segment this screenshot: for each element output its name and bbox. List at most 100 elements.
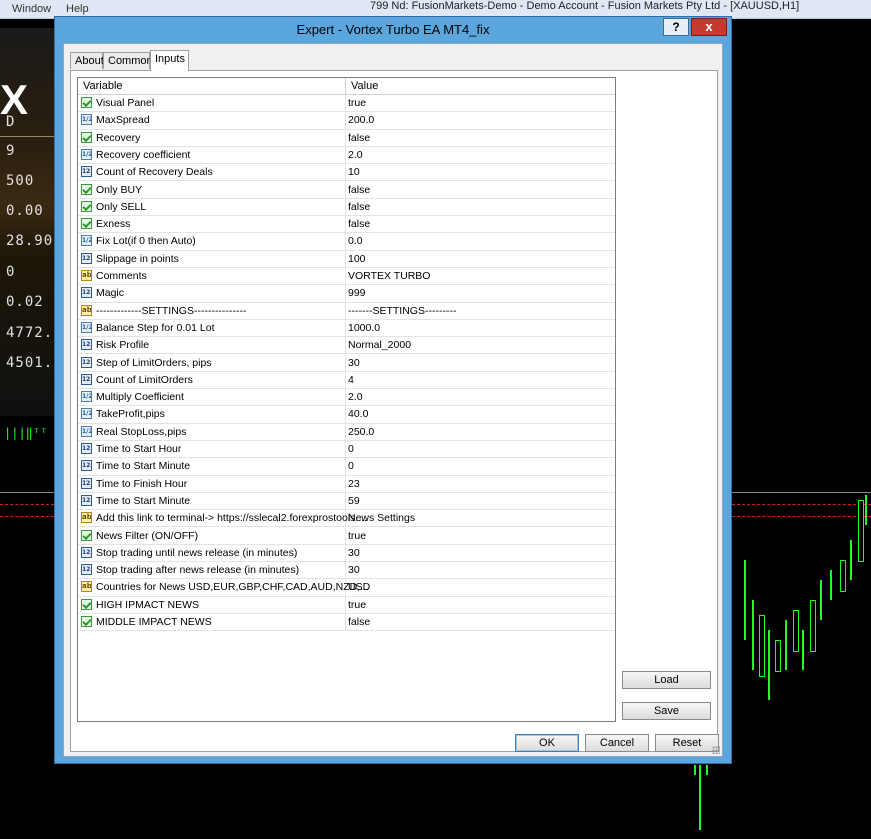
- variable-cell[interactable]: 123 Count of Recovery Deals: [78, 164, 346, 181]
- value-cell[interactable]: false: [346, 216, 615, 232]
- input-row[interactable]: 123 Count of LimitOrders 4: [78, 371, 615, 390]
- value-cell[interactable]: false: [346, 182, 615, 198]
- variable-value[interactable]: 2.0: [348, 147, 363, 164]
- variable-cell[interactable]: MIDDLE IMPACT NEWS: [78, 614, 346, 631]
- menu-window[interactable]: Window: [12, 3, 51, 15]
- variable-cell[interactable]: ab Countries for News USD,EUR,GBP,CHF,CAD…: [78, 579, 369, 596]
- input-row[interactable]: 1/2 MaxSpread 200.0: [78, 112, 615, 130]
- variable-cell[interactable]: 123 Time to Start Minute: [78, 458, 346, 475]
- variable-value[interactable]: 23: [348, 476, 360, 493]
- variable-cell[interactable]: 1/2 Balance Step for 0.01 Lot: [78, 319, 346, 337]
- input-row[interactable]: 123 Magic 999: [78, 285, 615, 303]
- variable-value[interactable]: false: [348, 182, 370, 199]
- input-row[interactable]: 123 Time to Start Minute 59: [78, 492, 615, 511]
- variable-cell[interactable]: 1/2 Recovery coefficient: [78, 146, 346, 164]
- variable-value[interactable]: News Settings: [348, 510, 415, 527]
- variable-value[interactable]: VORTEX TURBO: [348, 268, 430, 285]
- value-cell[interactable]: 0: [346, 441, 615, 457]
- input-row[interactable]: 123 Step of LimitOrders, pips 30: [78, 354, 615, 372]
- variable-cell[interactable]: 123 Time to Start Hour: [78, 441, 346, 458]
- column-header-value[interactable]: Value: [346, 78, 615, 94]
- variable-cell[interactable]: News Filter (ON/OFF): [78, 527, 346, 544]
- input-row[interactable]: Recovery false: [78, 129, 615, 147]
- value-cell[interactable]: 23: [346, 476, 615, 492]
- input-row[interactable]: ab Countries for News USD,EUR,GBP,CHF,CAD…: [78, 579, 615, 597]
- variable-cell[interactable]: 1/2 Fix Lot(if 0 then Auto): [78, 233, 346, 250]
- input-row[interactable]: 1/2 Recovery coefficient 2.0: [78, 146, 615, 165]
- variable-value[interactable]: 10: [348, 164, 360, 181]
- input-row[interactable]: ab Add this link to terminal-> https://ss…: [78, 510, 615, 528]
- variable-cell[interactable]: 123 Magic: [78, 285, 346, 302]
- input-row[interactable]: Visual Panel true: [78, 95, 615, 113]
- variable-cell[interactable]: 123 Time to Start Minute: [78, 492, 346, 510]
- column-header-variable[interactable]: Variable: [78, 78, 346, 94]
- variable-value[interactable]: 30: [348, 545, 360, 562]
- variable-value[interactable]: 4: [348, 372, 354, 389]
- variable-cell[interactable]: Exness: [78, 216, 346, 233]
- value-cell[interactable]: 4: [346, 372, 615, 388]
- value-cell[interactable]: 2.0: [346, 389, 615, 405]
- variable-value[interactable]: true: [348, 597, 366, 614]
- input-row[interactable]: 123 Time to Finish Hour 23: [78, 475, 615, 493]
- dialog-titlebar[interactable]: Expert - Vortex Turbo EA MT4_fix ? x: [55, 17, 731, 43]
- variable-cell[interactable]: Recovery: [78, 129, 346, 146]
- value-cell[interactable]: 200.0: [346, 112, 615, 128]
- variable-value[interactable]: 200.0: [348, 112, 374, 129]
- input-row[interactable]: HIGH IPMACT NEWS true: [78, 596, 615, 614]
- variable-value[interactable]: 2.0: [348, 389, 363, 406]
- variable-cell[interactable]: 123 Slippage in points: [78, 250, 346, 267]
- value-cell[interactable]: News Settings: [346, 510, 615, 526]
- value-cell[interactable]: Normal_2000: [346, 337, 615, 353]
- value-cell[interactable]: false: [346, 199, 615, 215]
- value-cell[interactable]: 10: [346, 164, 615, 180]
- resize-grip[interactable]: [712, 746, 720, 754]
- variable-cell[interactable]: 123 Step of LimitOrders, pips: [78, 354, 346, 371]
- variable-value[interactable]: 30: [348, 355, 360, 372]
- value-cell[interactable]: 30: [346, 562, 615, 578]
- input-row[interactable]: 1/2 Fix Lot(if 0 then Auto) 0.0: [78, 233, 615, 251]
- variable-cell[interactable]: 1/2 MaxSpread: [78, 112, 346, 129]
- value-cell[interactable]: true: [346, 95, 615, 111]
- variable-cell[interactable]: ab Add this link to terminal-> https://ss…: [78, 510, 367, 527]
- tab-about[interactable]: About: [70, 52, 104, 69]
- value-cell[interactable]: true: [346, 597, 615, 613]
- tab-common[interactable]: Common: [103, 52, 153, 69]
- value-cell[interactable]: 0: [346, 458, 615, 474]
- variable-value[interactable]: 250.0: [348, 424, 374, 441]
- variable-value[interactable]: 59: [348, 493, 360, 510]
- variable-value[interactable]: 30: [348, 562, 360, 579]
- save-button[interactable]: Save: [622, 702, 711, 720]
- variable-cell[interactable]: 123 Risk Profile: [78, 337, 346, 354]
- variable-cell[interactable]: 123 Count of LimitOrders: [78, 371, 346, 389]
- value-cell[interactable]: 30: [346, 355, 615, 371]
- variable-value[interactable]: -------SETTINGS---------: [348, 303, 456, 320]
- variable-cell[interactable]: ab -------------SETTINGS---------------: [78, 302, 346, 319]
- variable-cell[interactable]: Visual Panel: [78, 95, 346, 112]
- variable-value[interactable]: 1000.0: [348, 320, 380, 337]
- variable-cell[interactable]: 123 Time to Finish Hour: [78, 475, 346, 492]
- variable-value[interactable]: Normal_2000: [348, 337, 411, 354]
- input-row[interactable]: 1/2 Real StopLoss,pips 250.0: [78, 423, 615, 441]
- variable-value[interactable]: false: [348, 614, 370, 631]
- value-cell[interactable]: false: [346, 130, 615, 146]
- variable-cell[interactable]: ab Comments: [78, 268, 346, 285]
- value-cell[interactable]: true: [346, 528, 615, 544]
- variable-value[interactable]: false: [348, 130, 370, 147]
- input-row[interactable]: 1/2 Balance Step for 0.01 Lot 1000.0: [78, 319, 615, 338]
- variable-value[interactable]: 0.0: [348, 233, 363, 250]
- tab-inputs[interactable]: Inputs: [150, 50, 189, 71]
- input-row[interactable]: 123 Time to Start Minute 0: [78, 458, 615, 476]
- value-cell[interactable]: 2.0: [346, 147, 615, 163]
- close-button[interactable]: x: [691, 18, 727, 36]
- variable-cell[interactable]: 1/2 Real StopLoss,pips: [78, 423, 346, 440]
- input-row[interactable]: MIDDLE IMPACT NEWS false: [78, 614, 615, 632]
- variable-cell[interactable]: 1/2 TakeProfit,pips: [78, 406, 346, 423]
- variable-value[interactable]: false: [348, 199, 370, 216]
- input-row[interactable]: 123 Stop trading until news release (in m…: [78, 544, 615, 563]
- value-cell[interactable]: -------SETTINGS---------: [346, 303, 615, 319]
- input-row[interactable]: Exness false: [78, 216, 615, 234]
- variable-value[interactable]: false: [348, 216, 370, 233]
- variable-value[interactable]: true: [348, 528, 366, 545]
- load-button[interactable]: Load: [622, 671, 711, 689]
- help-button[interactable]: ?: [663, 18, 689, 36]
